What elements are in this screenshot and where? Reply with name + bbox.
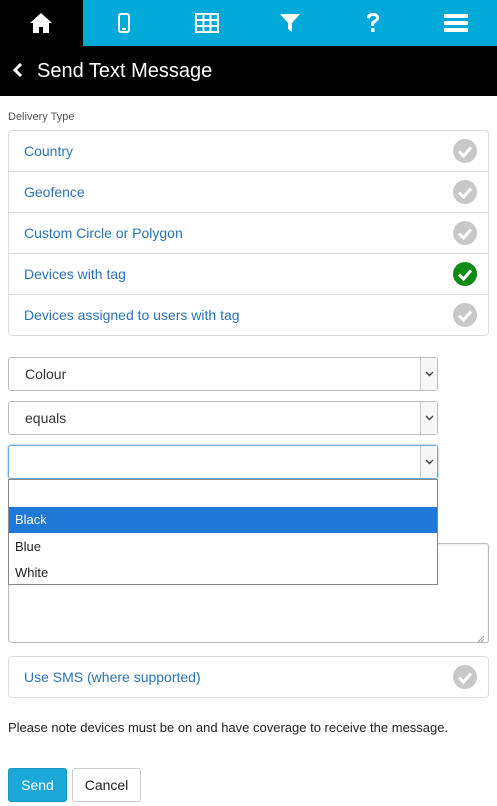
check-circle-icon [453,139,477,163]
nav-help[interactable] [331,0,414,46]
filter-icon [279,12,301,34]
check-circle-icon [453,303,477,327]
field-select[interactable]: Colour [8,357,438,391]
coverage-note: Please note devices must be on and have … [8,720,449,735]
chevron-down-icon [420,402,437,434]
delivery-option-label: Country [24,143,74,159]
page-header: Send Text Message [0,46,497,96]
operator-select-value: equals [25,410,67,426]
resize-grip-icon[interactable] [476,630,485,643]
check-circle-icon [453,665,477,689]
use-sms-label: Use SMS (where supported) [24,669,201,685]
mobile-icon [118,13,131,33]
menu-icon [443,13,468,33]
operator-select[interactable]: equals [8,401,438,435]
nav-table[interactable] [166,0,249,46]
delivery-option-label: Devices assigned to users with tag [24,307,240,323]
use-sms-option[interactable]: Use SMS (where supported) [8,656,489,698]
chevron-down-icon [420,358,437,390]
back-button[interactable] [5,46,31,96]
delivery-option-custom-circle[interactable]: Custom Circle or Polygon [9,213,488,254]
delivery-option-label: Custom Circle or Polygon [24,225,183,241]
value-dropdown-list: Black Blue White [8,479,438,585]
nav-filter[interactable] [248,0,331,46]
value-select[interactable] [8,445,438,479]
dropdown-option-blue[interactable]: Blue [9,533,437,560]
cancel-button[interactable]: Cancel [72,768,141,802]
send-button[interactable]: Send [8,768,67,802]
delivery-option-users-with-tag[interactable]: Devices assigned to users with tag [9,295,488,335]
dropdown-option-black[interactable]: Black [9,506,437,533]
nav-menu[interactable] [414,0,497,46]
home-icon [29,12,53,34]
nav-devices[interactable] [83,0,166,46]
check-circle-selected-icon [453,262,477,286]
chevron-down-icon [420,446,437,478]
dropdown-option-empty[interactable] [9,480,437,507]
chevron-left-icon [12,62,23,80]
page-title: Send Text Message [37,59,213,82]
delivery-option-geofence[interactable]: Geofence [9,172,488,213]
top-nav [0,0,497,46]
nav-home[interactable] [0,0,83,46]
check-circle-icon [453,180,477,204]
delivery-option-devices-with-tag[interactable]: Devices with tag [9,254,488,295]
delivery-option-label: Geofence [24,184,85,200]
delivery-type-label: Delivery Type [8,111,75,123]
help-icon [365,12,381,34]
field-select-value: Colour [25,366,67,382]
dropdown-option-white[interactable]: White [9,560,437,587]
check-circle-icon [453,221,477,245]
delivery-option-country[interactable]: Country [9,131,488,172]
delivery-type-list: Country Geofence Custom Circle or Polygo… [8,130,489,336]
delivery-option-label: Devices with tag [24,266,126,282]
grid-icon [195,13,220,33]
